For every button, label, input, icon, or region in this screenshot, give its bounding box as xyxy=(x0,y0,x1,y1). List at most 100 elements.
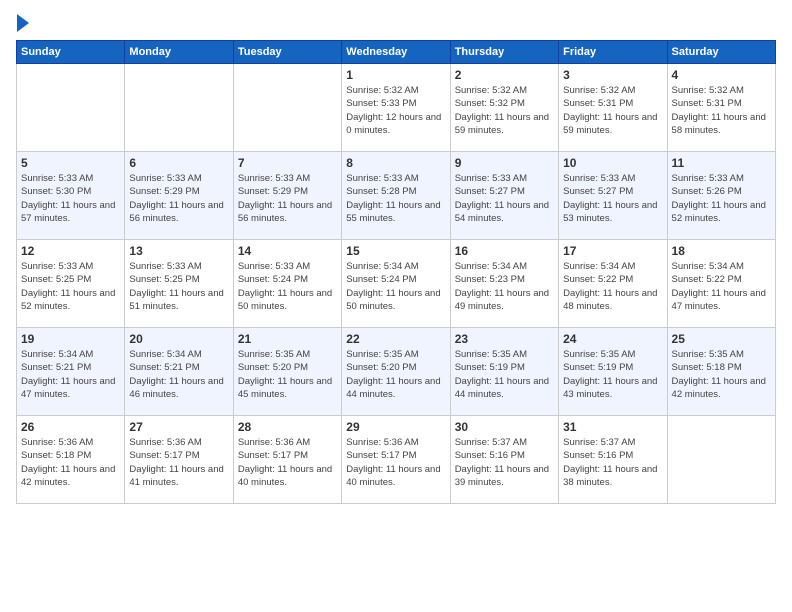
day-number: 5 xyxy=(21,156,120,170)
day-number: 26 xyxy=(21,420,120,434)
calendar-table: SundayMondayTuesdayWednesdayThursdayFrid… xyxy=(16,40,776,504)
day-info: Sunrise: 5:34 AMSunset: 5:23 PMDaylight:… xyxy=(455,260,554,313)
day-info: Sunrise: 5:37 AMSunset: 5:16 PMDaylight:… xyxy=(563,436,662,489)
day-info: Sunrise: 5:33 AMSunset: 5:30 PMDaylight:… xyxy=(21,172,120,225)
calendar-cell: 21Sunrise: 5:35 AMSunset: 5:20 PMDayligh… xyxy=(233,328,341,416)
calendar-cell xyxy=(125,64,233,152)
calendar-cell: 10 Sunrise: 5:33 AMSunset: 5:27 PMDayligh… xyxy=(559,152,667,240)
day-info: Sunrise: 5:35 AMSunset: 5:19 PMDaylight:… xyxy=(455,348,554,401)
day-info: Sunrise: 5:33 AMSunset: 5:27 PMDaylight:… xyxy=(563,172,662,225)
calendar-cell: 18Sunrise: 5:34 AMSunset: 5:22 PMDayligh… xyxy=(667,240,775,328)
weekday-header-tuesday: Tuesday xyxy=(233,41,341,64)
day-info: Sunrise: 5:37 AMSunset: 5:16 PMDaylight:… xyxy=(455,436,554,489)
calendar-cell: 17 Sunrise: 5:34 AMSunset: 5:22 PMDayligh… xyxy=(559,240,667,328)
calendar-cell: 31 Sunrise: 5:37 AMSunset: 5:16 PMDayligh… xyxy=(559,416,667,504)
day-number: 31 xyxy=(563,420,662,434)
calendar-cell: 30 Sunrise: 5:37 AMSunset: 5:16 PMDayligh… xyxy=(450,416,558,504)
day-number: 13 xyxy=(129,244,228,258)
calendar-cell: 4 Sunrise: 5:32 AMSunset: 5:31 PMDaylight… xyxy=(667,64,775,152)
day-number: 19 xyxy=(21,332,120,346)
day-info: Sunrise: 5:32 AMSunset: 5:31 PMDaylight:… xyxy=(563,84,662,137)
day-info: Sunrise: 5:33 AMSunset: 5:29 PMDaylight:… xyxy=(129,172,228,225)
calendar-cell: 6 Sunrise: 5:33 AMSunset: 5:29 PMDaylight… xyxy=(125,152,233,240)
calendar-cell xyxy=(233,64,341,152)
calendar-cell: 11 Sunrise: 5:33 AMSunset: 5:26 PMDayligh… xyxy=(667,152,775,240)
day-number: 29 xyxy=(346,420,445,434)
day-number: 9 xyxy=(455,156,554,170)
weekday-header-saturday: Saturday xyxy=(667,41,775,64)
day-number: 30 xyxy=(455,420,554,434)
calendar-cell: 13 Sunrise: 5:33 AMSunset: 5:25 PMDayligh… xyxy=(125,240,233,328)
calendar-cell: 2 Sunrise: 5:32 AMSunset: 5:32 PMDaylight… xyxy=(450,64,558,152)
day-info: Sunrise: 5:35 AMSunset: 5:19 PMDaylight:… xyxy=(563,348,662,401)
logo xyxy=(16,16,29,30)
calendar-cell: 5 Sunrise: 5:33 AMSunset: 5:30 PMDaylight… xyxy=(17,152,125,240)
calendar-cell: 27 Sunrise: 5:36 AMSunset: 5:17 PMDayligh… xyxy=(125,416,233,504)
day-number: 23 xyxy=(455,332,554,346)
day-info: Sunrise: 5:34 AMSunset: 5:21 PMDaylight:… xyxy=(21,348,120,401)
day-info: Sunrise: 5:36 AMSunset: 5:17 PMDaylight:… xyxy=(238,436,337,489)
calendar-cell: 3 Sunrise: 5:32 AMSunset: 5:31 PMDaylight… xyxy=(559,64,667,152)
day-number: 15 xyxy=(346,244,445,258)
day-number: 20 xyxy=(129,332,228,346)
day-info: Sunrise: 5:32 AMSunset: 5:33 PMDaylight:… xyxy=(346,84,445,137)
weekday-header-thursday: Thursday xyxy=(450,41,558,64)
day-number: 25 xyxy=(672,332,771,346)
calendar-cell: 9 Sunrise: 5:33 AMSunset: 5:27 PMDaylight… xyxy=(450,152,558,240)
page-header xyxy=(16,16,776,30)
day-info: Sunrise: 5:33 AMSunset: 5:25 PMDaylight:… xyxy=(21,260,120,313)
calendar-cell: 7Sunrise: 5:33 AMSunset: 5:29 PMDaylight… xyxy=(233,152,341,240)
calendar-cell: 22Sunrise: 5:35 AMSunset: 5:20 PMDayligh… xyxy=(342,328,450,416)
calendar-cell: 12 Sunrise: 5:33 AMSunset: 5:25 PMDayligh… xyxy=(17,240,125,328)
week-row-4: 19 Sunrise: 5:34 AMSunset: 5:21 PMDayligh… xyxy=(17,328,776,416)
day-info: Sunrise: 5:35 AMSunset: 5:20 PMDaylight:… xyxy=(238,348,337,401)
calendar-cell: 24 Sunrise: 5:35 AMSunset: 5:19 PMDayligh… xyxy=(559,328,667,416)
week-row-5: 26 Sunrise: 5:36 AMSunset: 5:18 PMDayligh… xyxy=(17,416,776,504)
day-number: 6 xyxy=(129,156,228,170)
day-number: 11 xyxy=(672,156,771,170)
day-info: Sunrise: 5:36 AMSunset: 5:17 PMDaylight:… xyxy=(129,436,228,489)
day-info: Sunrise: 5:33 AMSunset: 5:26 PMDaylight:… xyxy=(672,172,771,225)
calendar-cell xyxy=(667,416,775,504)
calendar-cell: 25Sunrise: 5:35 AMSunset: 5:18 PMDayligh… xyxy=(667,328,775,416)
day-info: Sunrise: 5:34 AMSunset: 5:22 PMDaylight:… xyxy=(563,260,662,313)
day-number: 12 xyxy=(21,244,120,258)
day-info: Sunrise: 5:34 AMSunset: 5:21 PMDaylight:… xyxy=(129,348,228,401)
day-number: 27 xyxy=(129,420,228,434)
weekday-header-sunday: Sunday xyxy=(17,41,125,64)
day-info: Sunrise: 5:32 AMSunset: 5:31 PMDaylight:… xyxy=(672,84,771,137)
calendar-cell: 23 Sunrise: 5:35 AMSunset: 5:19 PMDayligh… xyxy=(450,328,558,416)
calendar-cell: 15 Sunrise: 5:34 AMSunset: 5:24 PMDayligh… xyxy=(342,240,450,328)
calendar-cell: 16 Sunrise: 5:34 AMSunset: 5:23 PMDayligh… xyxy=(450,240,558,328)
day-info: Sunrise: 5:32 AMSunset: 5:32 PMDaylight:… xyxy=(455,84,554,137)
weekday-header-friday: Friday xyxy=(559,41,667,64)
day-info: Sunrise: 5:33 AMSunset: 5:28 PMDaylight:… xyxy=(346,172,445,225)
calendar-cell xyxy=(17,64,125,152)
logo-icon xyxy=(17,14,29,32)
day-info: Sunrise: 5:33 AMSunset: 5:27 PMDaylight:… xyxy=(455,172,554,225)
day-number: 10 xyxy=(563,156,662,170)
calendar-cell: 26 Sunrise: 5:36 AMSunset: 5:18 PMDayligh… xyxy=(17,416,125,504)
day-number: 16 xyxy=(455,244,554,258)
day-info: Sunrise: 5:33 AMSunset: 5:25 PMDaylight:… xyxy=(129,260,228,313)
day-info: Sunrise: 5:36 AMSunset: 5:18 PMDaylight:… xyxy=(21,436,120,489)
day-info: Sunrise: 5:34 AMSunset: 5:22 PMDaylight:… xyxy=(672,260,771,313)
calendar-cell: 19 Sunrise: 5:34 AMSunset: 5:21 PMDayligh… xyxy=(17,328,125,416)
day-number: 24 xyxy=(563,332,662,346)
day-info: Sunrise: 5:33 AMSunset: 5:24 PMDaylight:… xyxy=(238,260,337,313)
day-number: 4 xyxy=(672,68,771,82)
weekday-header-wednesday: Wednesday xyxy=(342,41,450,64)
day-info: Sunrise: 5:36 AMSunset: 5:17 PMDaylight:… xyxy=(346,436,445,489)
week-row-1: 1Sunrise: 5:32 AMSunset: 5:33 PMDaylight… xyxy=(17,64,776,152)
day-number: 8 xyxy=(346,156,445,170)
day-number: 3 xyxy=(563,68,662,82)
day-number: 17 xyxy=(563,244,662,258)
calendar-cell: 28Sunrise: 5:36 AMSunset: 5:17 PMDayligh… xyxy=(233,416,341,504)
day-number: 2 xyxy=(455,68,554,82)
day-number: 7 xyxy=(238,156,337,170)
week-row-2: 5 Sunrise: 5:33 AMSunset: 5:30 PMDaylight… xyxy=(17,152,776,240)
day-info: Sunrise: 5:35 AMSunset: 5:20 PMDaylight:… xyxy=(346,348,445,401)
calendar-cell: 20 Sunrise: 5:34 AMSunset: 5:21 PMDayligh… xyxy=(125,328,233,416)
day-info: Sunrise: 5:34 AMSunset: 5:24 PMDaylight:… xyxy=(346,260,445,313)
calendar-cell: 1Sunrise: 5:32 AMSunset: 5:33 PMDaylight… xyxy=(342,64,450,152)
